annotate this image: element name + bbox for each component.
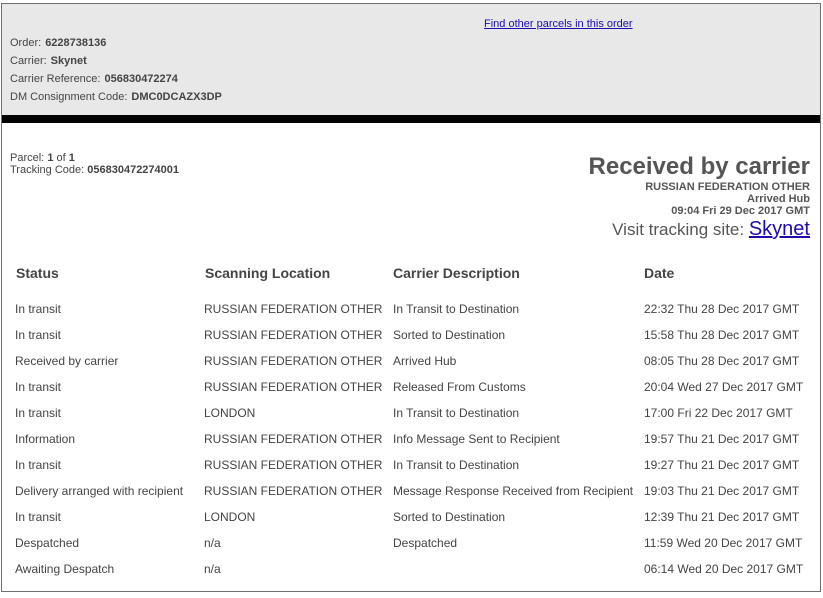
table-row: Despatched n/a Despatched 11:59 Wed 20 D… [2, 536, 820, 562]
row-status: In transit [15, 510, 62, 524]
current-status-location: RUSSIAN FEDERATION OTHER [645, 181, 810, 193]
row-location: RUSSIAN FEDERATION OTHER [204, 484, 383, 498]
tracking-code-label: Tracking Code: [10, 164, 85, 176]
row-date: 19:03 Thu 21 Dec 2017 GMT [644, 484, 800, 498]
row-status: In transit [15, 302, 62, 316]
table-row: In transit RUSSIAN FEDERATION OTHER In T… [2, 302, 820, 328]
row-location: RUSSIAN FEDERATION OTHER [204, 354, 383, 368]
row-date: 12:39 Thu 21 Dec 2017 GMT [644, 510, 800, 524]
row-description: Sorted to Destination [393, 510, 506, 524]
row-date: 15:58 Thu 28 Dec 2017 GMT [644, 328, 800, 342]
table-row: In transit RUSSIAN FEDERATION OTHER Rele… [2, 380, 820, 406]
table-row: In transit LONDON In Transit to Destinat… [2, 406, 820, 432]
column-header-status: Status [16, 265, 59, 281]
row-location: RUSSIAN FEDERATION OTHER [204, 432, 383, 446]
row-location: n/a [204, 536, 221, 550]
current-status-block: Received by carrier RUSSIAN FEDERATION O… [589, 153, 810, 241]
row-description: Sorted to Destination [393, 328, 506, 342]
row-location: LONDON [204, 510, 256, 524]
row-description: In Transit to Destination [393, 406, 520, 420]
row-status: Information [15, 432, 76, 446]
row-description: Released From Customs [393, 380, 526, 394]
visit-tracking-link[interactable]: Skynet [749, 218, 810, 240]
tracking-code-row: Tracking Code: 056830472274001 [10, 164, 179, 176]
carrier-row: Carrier: Skynet [10, 55, 87, 67]
row-status: In transit [15, 380, 62, 394]
table-row: In transit LONDON Sorted to Destination … [2, 510, 820, 536]
row-status: Despatched [15, 536, 80, 550]
row-location: RUSSIAN FEDERATION OTHER [204, 302, 383, 316]
header-divider [2, 115, 820, 123]
dm-consignment-row: DM Consignment Code: DMC0DCAZX3DP [10, 91, 222, 103]
order-header: Find other parcels in this order Order: 6… [2, 4, 820, 115]
order-value: 6228738136 [45, 37, 107, 49]
row-location: n/a [204, 562, 221, 576]
tracking-panel: Find other parcels in this order Order: 6… [1, 3, 821, 592]
row-status: Received by carrier [15, 354, 119, 368]
row-date: 19:27 Thu 21 Dec 2017 GMT [644, 458, 800, 472]
order-row: Order: 6228738136 [10, 37, 106, 49]
carrier-label: Carrier: [10, 55, 47, 67]
parcel-info: Parcel: 1 of 1 Tracking Code: 0568304722… [10, 152, 179, 176]
row-description: Info Message Sent to Recipient [393, 432, 560, 446]
row-date: 08:05 Thu 28 Dec 2017 GMT [644, 354, 800, 368]
row-date: 06:14 Wed 20 Dec 2017 GMT [644, 562, 804, 576]
row-status: In transit [15, 406, 62, 420]
parcel-count-row: Parcel: 1 of 1 [10, 152, 179, 164]
column-header-date: Date [644, 265, 675, 281]
find-other-parcels-link[interactable]: Find other parcels in this order [484, 18, 633, 30]
visit-tracking-row: Visit tracking site: Skynet [589, 218, 810, 241]
table-row: In transit RUSSIAN FEDERATION OTHER Sort… [2, 328, 820, 354]
order-label: Order: [10, 37, 42, 49]
row-date: 17:00 Fri 22 Dec 2017 GMT [644, 406, 793, 420]
table-row: Received by carrier RUSSIAN FEDERATION O… [2, 354, 820, 380]
row-location: RUSSIAN FEDERATION OTHER [204, 380, 383, 394]
current-status-title: Received by carrier [588, 153, 810, 180]
carrier-reference-row: Carrier Reference: 056830472274 [10, 73, 178, 85]
parcel-number: 1 [47, 152, 54, 164]
current-status-description: Arrived Hub [747, 193, 810, 205]
carrier-reference-label: Carrier Reference: [10, 73, 101, 85]
table-row: Delivery arranged with recipient RUSSIAN… [2, 484, 820, 510]
column-header-location: Scanning Location [205, 265, 331, 281]
visit-tracking-label: Visit tracking site: [612, 220, 745, 239]
table-row: In transit RUSSIAN FEDERATION OTHER In T… [2, 458, 820, 484]
parcel-of-text: of [56, 152, 66, 164]
row-description: Message Response Received from Recipient [393, 484, 634, 498]
row-date: 22:32 Thu 28 Dec 2017 GMT [644, 302, 800, 316]
column-header-description: Carrier Description [393, 265, 520, 281]
row-location: RUSSIAN FEDERATION OTHER [204, 328, 383, 342]
table-row: Information RUSSIAN FEDERATION OTHER Inf… [2, 432, 820, 458]
row-status: Delivery arranged with recipient [15, 484, 184, 498]
parcel-label: Parcel: [10, 152, 45, 164]
row-status: In transit [15, 328, 62, 342]
row-description: In Transit to Destination [393, 302, 520, 316]
row-date: 19:57 Thu 21 Dec 2017 GMT [644, 432, 800, 446]
row-description: Arrived Hub [393, 354, 457, 368]
row-date: 11:59 Wed 20 Dec 2017 GMT [644, 536, 803, 550]
row-description: In Transit to Destination [393, 458, 520, 472]
table-row: Awaiting Despatch n/a 06:14 Wed 20 Dec 2… [2, 562, 820, 588]
parcel-total: 1 [68, 152, 75, 164]
dm-consignment-value: DMC0DCAZX3DP [131, 91, 222, 103]
tracking-code-value: 056830472274001 [87, 164, 180, 176]
row-date: 20:04 Wed 27 Dec 2017 GMT [644, 380, 804, 394]
row-status: In transit [15, 458, 62, 472]
row-location: LONDON [204, 406, 256, 420]
carrier-reference-value: 056830472274 [104, 73, 178, 85]
row-location: RUSSIAN FEDERATION OTHER [204, 458, 383, 472]
dm-consignment-label: DM Consignment Code: [10, 91, 128, 103]
row-status: Awaiting Despatch [15, 562, 115, 576]
current-status-datetime: 09:04 Fri 29 Dec 2017 GMT [671, 205, 810, 217]
row-description: Despatched [393, 536, 458, 550]
carrier-value: Skynet [50, 55, 87, 67]
